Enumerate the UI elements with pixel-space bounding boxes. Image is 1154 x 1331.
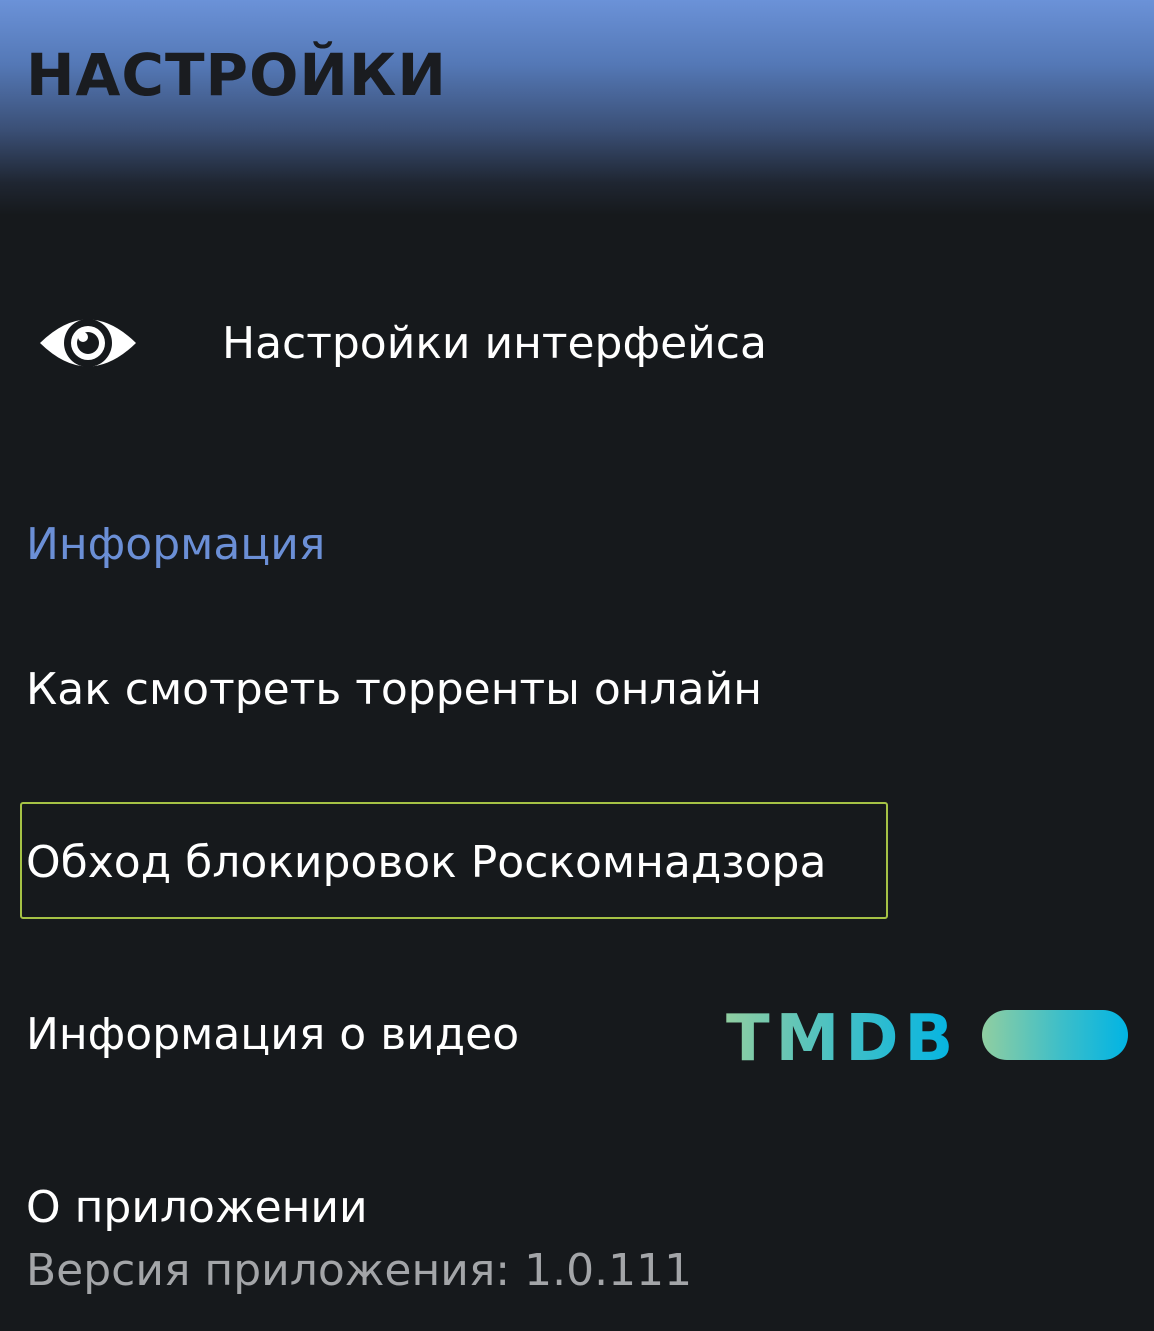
tmdb-logo-text: TMDB <box>726 1002 959 1070</box>
header-bar: НАСТРОЙКИ <box>0 0 1154 215</box>
about-app-item[interactable]: О приложении <box>26 1180 368 1236</box>
tmdb-logo: TMDB <box>726 1002 1128 1070</box>
video-info-item[interactable]: Информация о видео <box>26 1007 519 1063</box>
torrents-help-item[interactable]: Как смотреть торренты онлайн <box>26 662 762 718</box>
eye-icon <box>40 319 136 367</box>
settings-screen: НАСТРОЙКИ Настройки интерфейса Информаци… <box>0 0 1154 1331</box>
section-header-info: Информация <box>26 519 326 570</box>
app-version-label: Версия приложения: 1.0.111 <box>26 1245 693 1296</box>
page-title: НАСТРОЙКИ <box>26 41 447 109</box>
interface-settings-label: Настройки интерфейса <box>222 318 767 369</box>
bypass-blocking-item[interactable]: Обход блокировок Роскомнадзора <box>26 835 826 891</box>
